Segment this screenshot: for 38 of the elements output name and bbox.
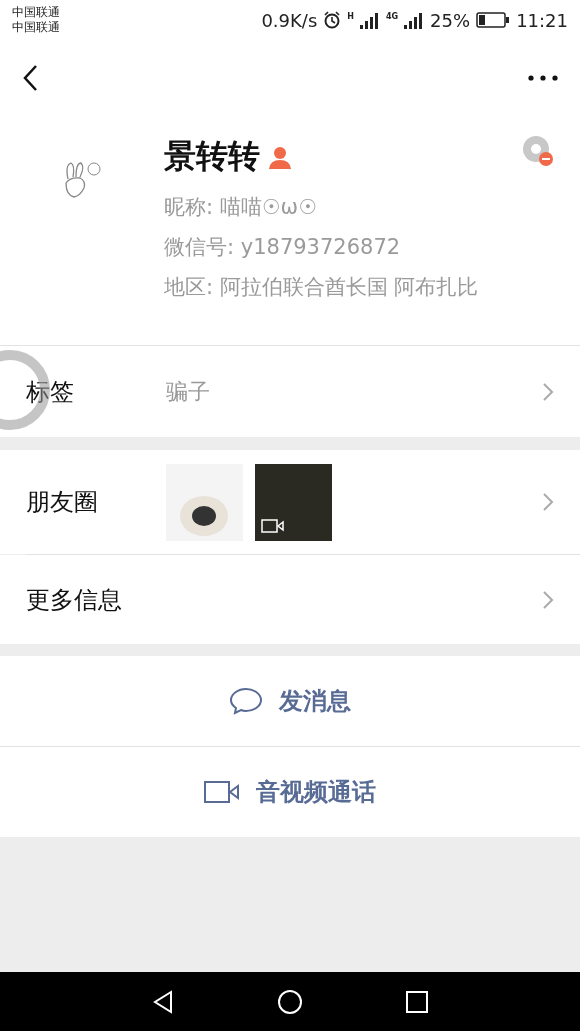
video-call-button[interactable]: 音视频通话 (0, 747, 580, 837)
battery-percent: 25% (430, 9, 471, 31)
clock: 11:21 (516, 9, 568, 31)
list-row[interactable]: 更多信息 (0, 555, 580, 644)
region: 地区: 阿拉伯联合酋长国 阿布扎比 (164, 274, 479, 301)
video-thumbnail[interactable] (255, 463, 332, 541)
network-type: 4G (385, 11, 399, 21)
wechat-id: 微信号: y18793726872 (164, 234, 402, 261)
chevron-right-icon (542, 381, 554, 402)
signal-icon (404, 11, 425, 29)
list-row[interactable]: 朋友圈 (0, 450, 580, 554)
message-button[interactable]: 发消息 (0, 656, 580, 746)
carrier-name: 中国联通 (12, 5, 60, 20)
home-nav-icon[interactable] (277, 988, 303, 1015)
recents-nav-icon[interactable] (405, 989, 429, 1014)
row-label: 标签 (26, 376, 75, 408)
photo-placeholder[interactable] (166, 463, 243, 541)
signal-icon (359, 11, 380, 29)
nickname: 昵称: 喵喵☉ω☉ (164, 194, 318, 221)
video-camera-icon (204, 781, 240, 803)
tag-value: 骗子 (166, 377, 211, 406)
alarm-icon (323, 11, 342, 29)
person-icon (268, 145, 292, 169)
more-icon[interactable] (528, 74, 558, 81)
chevron-right-icon (542, 589, 554, 610)
back-icon[interactable] (22, 63, 38, 92)
battery-icon (476, 12, 511, 28)
contact-name: 景转转 (164, 136, 260, 177)
carrier-name: 中国联通 (12, 20, 60, 35)
row-label: 朋友圈 (26, 487, 99, 518)
list-row[interactable]: 标签 骗子 (0, 346, 580, 437)
back-nav-icon[interactable] (151, 989, 175, 1014)
chevron-right-icon (542, 492, 554, 512)
network-type: H (347, 11, 354, 21)
network-speed: 0.9K/s (261, 9, 318, 31)
video-icon (261, 518, 285, 533)
chat-bubble-icon (229, 687, 263, 715)
row-label: 更多信息 (26, 584, 123, 616)
